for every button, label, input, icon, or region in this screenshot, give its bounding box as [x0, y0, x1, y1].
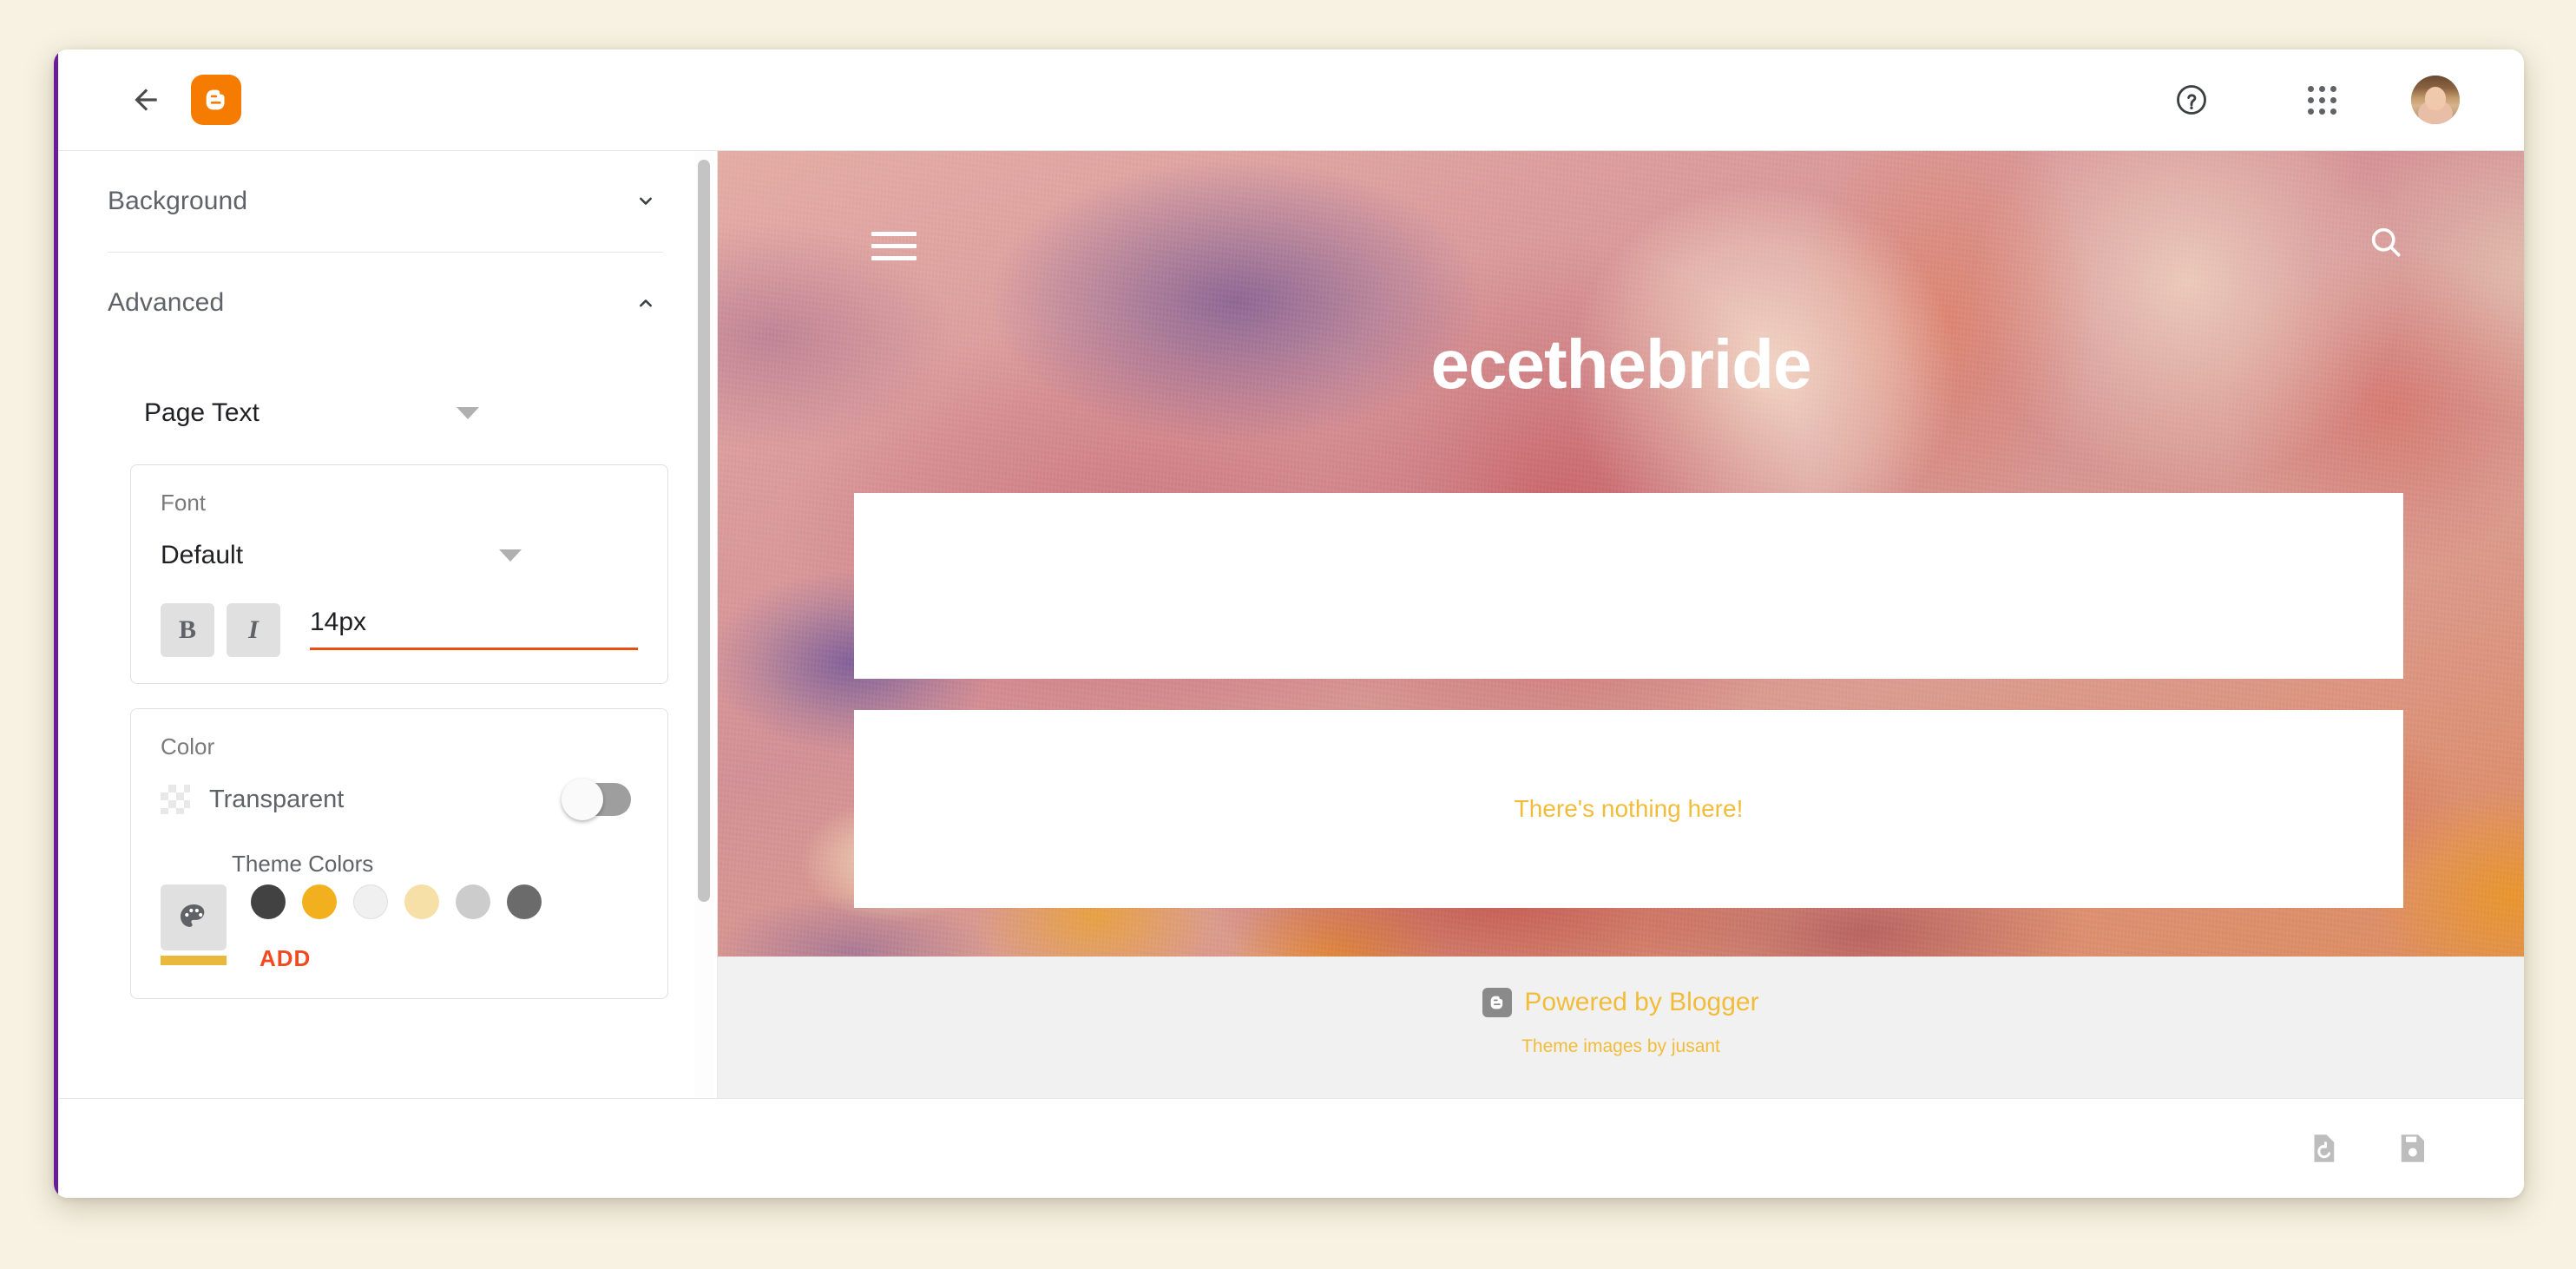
transparent-toggle[interactable] [562, 779, 631, 820]
theme-swatch-2[interactable] [353, 884, 388, 919]
add-color-button[interactable]: ADD [260, 945, 311, 972]
bold-button[interactable]: B [161, 603, 214, 657]
revert-button[interactable] [2295, 1120, 2352, 1177]
transparent-label: Transparent [209, 785, 345, 813]
palette-icon [181, 904, 205, 927]
top-app-bar [54, 49, 2524, 151]
theme-swatch-4[interactable] [456, 884, 490, 919]
transparent-row: Transparent [161, 771, 638, 828]
theme-swatch-1[interactable] [302, 884, 337, 919]
help-button[interactable] [2165, 73, 2218, 127]
accordion-advanced[interactable]: Advanced [83, 253, 675, 353]
bottom-action-bar [54, 1098, 2524, 1198]
powered-by-row: Powered by Blogger [1482, 988, 1759, 1017]
color-card: Color Transparent Theme Colors ADD [130, 708, 668, 999]
theme-credit-link[interactable]: Theme images by jusant [1521, 1036, 1720, 1057]
window-left-accent [54, 49, 58, 1198]
blogger-b-glyph [206, 89, 225, 110]
font-card-label: Font [161, 490, 207, 516]
apps-grid-icon [2307, 85, 2336, 115]
color-picker-row: ADD [161, 884, 638, 972]
chevron-up-icon [628, 286, 663, 320]
font-size-field[interactable]: 14px [310, 608, 638, 657]
custom-color-button[interactable] [161, 884, 227, 950]
theme-colors-label: Theme Colors [232, 851, 374, 877]
font-family-value: Default [161, 541, 244, 569]
page-section-value: Page Text [144, 398, 260, 427]
scrollbar-thumb[interactable] [698, 160, 710, 902]
font-style-row: B I 14px [161, 603, 638, 657]
blogger-b-icon [1482, 988, 1513, 1017]
preview-content-card-2: There's nothing here! [854, 710, 2403, 908]
swatch-column: ADD [251, 884, 638, 972]
font-size-underline [310, 648, 638, 650]
arrow-left-icon [135, 89, 157, 111]
accordion-background[interactable]: Background [83, 151, 675, 252]
triangle-down-icon [499, 549, 522, 562]
back-button[interactable] [122, 76, 170, 124]
content-area: Background Advanced Page Text Font Defau… [54, 151, 2524, 1098]
preview-hero: ecethebride There's nothing here! [718, 151, 2524, 957]
blog-title: ecethebride [1430, 325, 1811, 403]
settings-scroll-container: Background Advanced Page Text Font Defau… [54, 151, 717, 1098]
theme-swatch-5[interactable] [507, 884, 542, 919]
italic-button[interactable]: I [227, 603, 280, 657]
theme-swatch-list [251, 884, 638, 919]
accordion-advanced-label: Advanced [108, 288, 225, 317]
settings-panel-scrollbar[interactable] [694, 151, 713, 1098]
custom-color-current-swatch [161, 956, 227, 965]
page-section-select[interactable]: Page Text [144, 386, 509, 440]
triangle-down-icon [457, 407, 479, 419]
apps-grid-button[interactable] [2295, 73, 2349, 127]
hamburger-menu-icon[interactable] [871, 232, 917, 260]
font-card: Font Default B I 14px [130, 464, 668, 684]
preview-content-card-1 [854, 493, 2403, 679]
avatar-face [2424, 87, 2447, 111]
app-window: Background Advanced Page Text Font Defau… [54, 49, 2524, 1198]
save-button[interactable] [2383, 1120, 2441, 1177]
custom-color-wrapper [161, 884, 227, 965]
accordion-background-label: Background [108, 187, 248, 215]
user-avatar[interactable] [2411, 76, 2460, 124]
toggle-knob [562, 779, 603, 820]
theme-swatch-0[interactable] [251, 884, 286, 919]
revert-restore-icon [2314, 1134, 2335, 1162]
chevron-down-icon [628, 184, 663, 219]
save-floppy-icon [2401, 1134, 2424, 1162]
preview-footer: Powered by Blogger Theme images by jusan… [718, 957, 2524, 1098]
help-circle-icon [2177, 85, 2206, 115]
theme-swatch-3[interactable] [404, 884, 439, 919]
font-family-select[interactable]: Default [161, 525, 551, 586]
empty-state-message: There's nothing here! [1514, 795, 1744, 822]
search-icon[interactable] [2367, 223, 2405, 266]
blogger-logo-icon[interactable] [191, 75, 241, 125]
powered-by-blogger-link[interactable]: Powered by Blogger [1524, 988, 1758, 1017]
font-size-value[interactable]: 14px [310, 608, 638, 648]
settings-panel: Background Advanced Page Text Font Defau… [54, 151, 718, 1098]
color-card-label: Color [161, 733, 215, 759]
transparent-checker-icon [161, 785, 190, 814]
blog-preview-pane: ecethebride There's nothing here! Powere… [718, 151, 2524, 1098]
